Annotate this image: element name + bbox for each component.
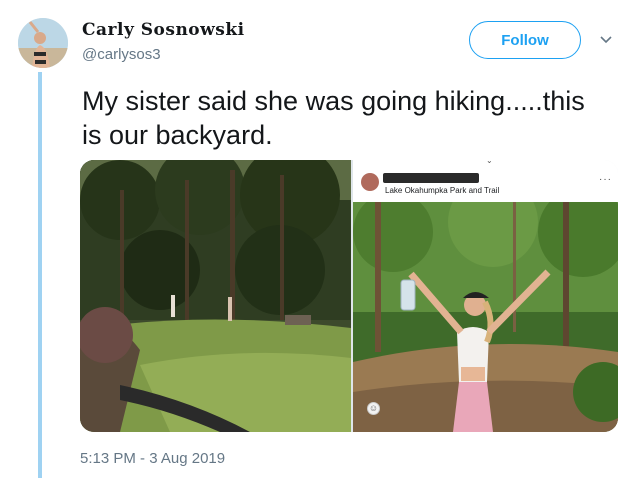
ellipsis-icon[interactable]: ··· [599, 174, 612, 185]
thread-line [38, 72, 42, 478]
follow-button[interactable]: Follow [469, 21, 581, 59]
display-name[interactable]: Carly Sosnowski [82, 20, 245, 40]
avatar[interactable] [18, 18, 68, 68]
tweet-text: My sister said she was going hiking.....… [82, 86, 585, 150]
caret-icon: ⌄ [486, 160, 493, 165]
backyard-photo[interactable] [80, 160, 351, 432]
chevron-down-icon[interactable] [598, 32, 614, 48]
embedded-post[interactable]: ⌄ Lake Okahumpka Park and Trail ··· ☺ [353, 160, 618, 432]
tweet-timestamp[interactable]: 5:13 PM - 3 Aug 2019 [80, 450, 225, 467]
tweet-media[interactable]: ⌄ Lake Okahumpka Park and Trail ··· ☺ [80, 160, 618, 432]
embedded-post-header: ⌄ Lake Okahumpka Park and Trail ··· [353, 160, 618, 200]
avatar-image [18, 18, 68, 68]
redacted-name [383, 173, 479, 183]
post-location: Lake Okahumpka Park and Trail [385, 186, 500, 195]
hiking-photo[interactable] [353, 202, 618, 432]
poster-avatar [361, 173, 379, 191]
user-handle[interactable]: @carlysos3 [82, 46, 161, 63]
reaction-icon[interactable]: ☺ [367, 402, 380, 415]
